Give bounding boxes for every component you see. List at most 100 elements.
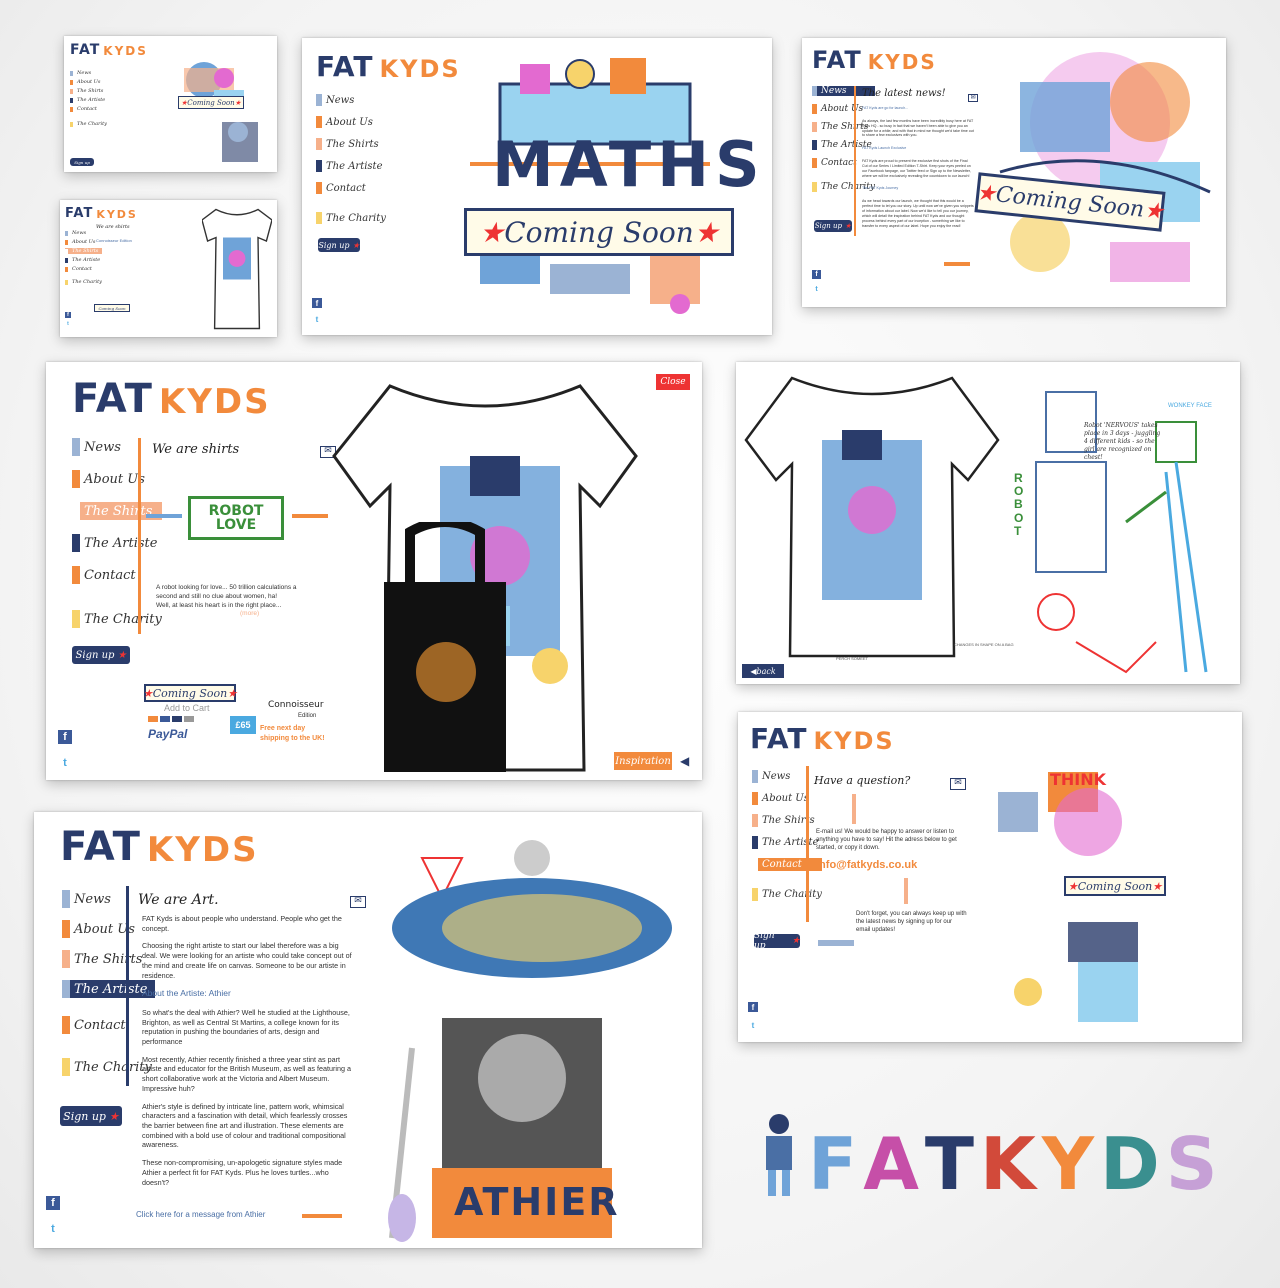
email-icon[interactable]: ✉	[350, 896, 366, 908]
nav-item-charity[interactable]: The Charity	[752, 888, 822, 901]
card-art: FAT KYDS News About Us The Shirts The Ar…	[34, 812, 702, 1248]
wordmark-f: F	[808, 1122, 858, 1206]
social-links: f t	[812, 270, 821, 294]
logo[interactable]: FAT KYDS	[70, 42, 148, 58]
nav-item-news[interactable]: News	[752, 770, 822, 783]
signup-button[interactable]: Sign up	[70, 158, 94, 166]
sketch-note-wonkey: WONKEY FACE	[1168, 403, 1212, 409]
back-button[interactable]: ◀ back	[742, 664, 784, 678]
nav-item-shirts[interactable]: The Shirts	[316, 138, 386, 150]
nav-item-artiste[interactable]: The Artiste	[72, 534, 162, 552]
twitter-icon[interactable]: t	[46, 1222, 60, 1236]
athier-message-link[interactable]: Click here for a message from Athier	[136, 1210, 265, 1221]
nav-item-about[interactable]: About Us	[70, 79, 107, 85]
nav-item-charity[interactable]: The Charity	[65, 279, 102, 285]
logo[interactable]: FAT KYDS	[72, 376, 271, 422]
coming-soon-artwork	[184, 62, 258, 162]
nav-item-about[interactable]: About Us	[316, 116, 386, 128]
nav-item-news[interactable]: News	[70, 70, 107, 76]
nav-item-charity[interactable]: The Charity	[316, 212, 386, 224]
coming-soon-badge: ★ Coming Soon ★	[1064, 876, 1166, 896]
signup-button[interactable]: Sign up ★	[814, 220, 852, 232]
facebook-icon[interactable]: f	[65, 312, 71, 318]
nav-item-contact[interactable]: Contact	[316, 182, 386, 194]
nav-item-news[interactable]: News	[72, 438, 162, 456]
sketch-note-shape: CHANGES IN SHAPE ON A BAG	[954, 642, 1014, 647]
nav-item-charity[interactable]: The Charity	[72, 610, 162, 628]
facebook-icon[interactable]: f	[58, 730, 72, 744]
page-title: The latest news!	[862, 88, 946, 99]
nav: News About Us The Shirts The Artiste Con…	[752, 770, 822, 901]
nav-item-shirts[interactable]: The Shirts	[752, 814, 822, 827]
signup-button[interactable]: Sign up ★	[60, 1106, 122, 1126]
facebook-icon[interactable]: f	[812, 270, 821, 279]
left-arrow[interactable]	[818, 940, 854, 946]
logo[interactable]: FAT KYDS	[65, 206, 138, 221]
nav-divider	[854, 86, 856, 236]
tote-bag-image[interactable]	[380, 522, 510, 776]
think-artwork	[998, 772, 1138, 1022]
twitter-icon[interactable]: t	[748, 1020, 758, 1030]
email-icon[interactable]: ✉	[950, 778, 966, 790]
tshirt-image[interactable]	[202, 206, 272, 332]
nav-item-about[interactable]: About Us	[752, 792, 822, 805]
price-badge: £65	[230, 716, 256, 734]
wordmark-d: D	[1099, 1122, 1160, 1206]
facebook-icon[interactable]: f	[46, 1196, 60, 1210]
social-links: f t	[65, 312, 71, 327]
twitter-icon[interactable]: t	[312, 314, 322, 324]
nav-item-contact[interactable]: Contact	[72, 566, 162, 584]
social-links: f t	[46, 1196, 60, 1236]
close-button[interactable]: Close	[656, 374, 690, 390]
logo[interactable]: FAT KYDS	[812, 46, 937, 74]
facebook-icon[interactable]: f	[312, 298, 322, 308]
nav-item-news[interactable]: News	[65, 230, 102, 236]
signup-button[interactable]: Sign up ★	[318, 238, 360, 252]
nav-item-artiste[interactable]: The Artiste	[316, 160, 386, 172]
nav-item-contact[interactable]: Contact	[65, 266, 102, 272]
news-para-3: As we head towards our launch, we though…	[862, 199, 974, 228]
social-links: f t	[58, 730, 72, 770]
inspiration-button[interactable]: Inspiration	[614, 752, 672, 770]
add-to-cart[interactable]: Add to Cart	[164, 702, 210, 714]
robot-sketch	[1035, 391, 1208, 674]
twitter-icon[interactable]: t	[65, 321, 71, 327]
paypal-logo[interactable]: PayPal	[148, 726, 187, 742]
nav-item-charity[interactable]: The Charity	[70, 121, 107, 127]
nav-item-contact[interactable]: Contact	[70, 106, 107, 112]
art-para-5: Athier's style is defined by intricate l…	[142, 1101, 348, 1150]
nav-divider	[126, 886, 129, 1086]
logo[interactable]: FAT KYDS	[60, 824, 259, 870]
facebook-icon[interactable]: f	[748, 1002, 758, 1012]
news-subtitle-2: FAT Kyds Launch Exclusive	[862, 146, 907, 151]
signup-button[interactable]: Sign up ★	[754, 931, 800, 951]
next-arrow[interactable]	[292, 514, 328, 518]
card-shirts-small: FAT KYDS News About Us The Shirts The Ar…	[60, 200, 277, 337]
art-para-3: So what's the deal with Athier? Well he …	[142, 1007, 350, 1046]
twitter-icon[interactable]: t	[812, 285, 821, 294]
signup-button[interactable]: Sign up ★	[72, 646, 130, 664]
sound-icon[interactable]: ◀	[680, 754, 689, 768]
tshirt-image[interactable]	[742, 370, 1002, 660]
nav-item-artiste[interactable]: The Artiste	[70, 97, 107, 103]
athier-name-art: ATHIER	[454, 1180, 620, 1224]
nav-item-contact[interactable]: Contact	[752, 858, 822, 871]
fatkyds-wordmark: F A T K Y D S	[756, 1110, 1218, 1200]
news-body: FAT Kyds are go for launch... As always,…	[862, 106, 974, 236]
page-title: We are Art.	[138, 892, 219, 908]
logo[interactable]: FAT KYDS	[750, 722, 895, 755]
nav-item-about[interactable]: About Us	[72, 470, 162, 488]
nav-item-news[interactable]: News	[316, 94, 386, 106]
nav-item-shirts[interactable]: The Shirts	[65, 248, 102, 254]
nav-item-artiste[interactable]: The Artiste	[65, 257, 102, 263]
logo[interactable]: FAT KYDS	[316, 50, 461, 83]
nav-item-shirts[interactable]: The Shirts	[70, 88, 107, 94]
art-body: FAT Kyds is about people who understand.…	[142, 914, 356, 1195]
email-icon[interactable]: ✉	[968, 94, 978, 102]
contact-email-link[interactable]: info@fatkyds.co.uk	[816, 858, 917, 873]
next-arrow[interactable]	[944, 262, 970, 266]
prev-arrow[interactable]	[146, 514, 182, 518]
next-arrow[interactable]	[302, 1214, 342, 1218]
nav-item-artiste[interactable]: The Artiste	[752, 836, 822, 849]
twitter-icon[interactable]: t	[58, 756, 72, 770]
